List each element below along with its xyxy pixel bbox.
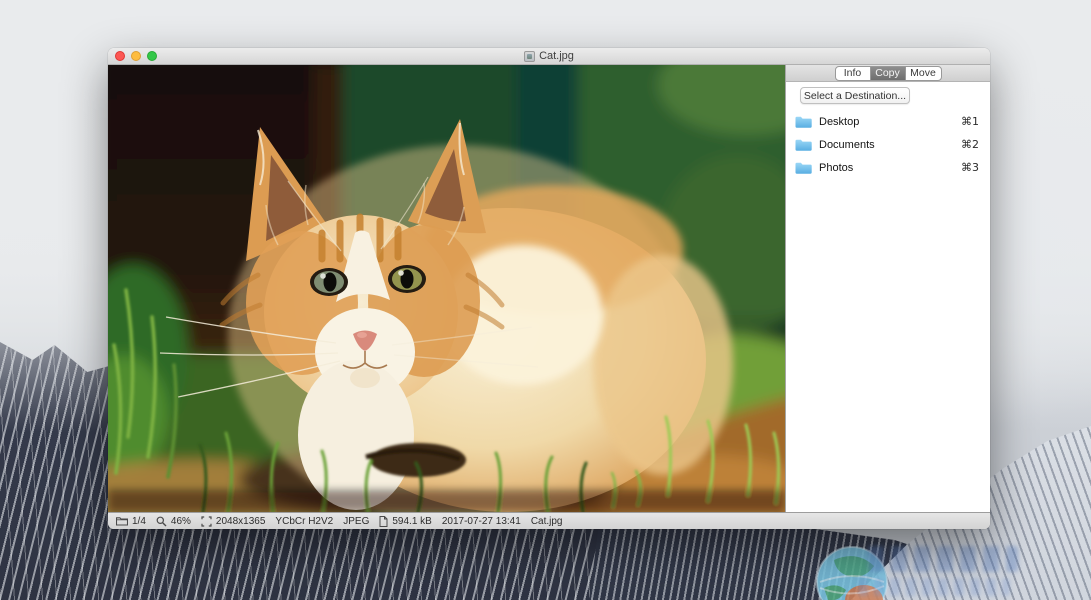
zoom-indicator: 46% xyxy=(156,516,191,527)
window-title: Cat.jpg xyxy=(539,50,574,62)
document-icon xyxy=(379,515,388,527)
filename-value: Cat.jpg xyxy=(530,515,563,527)
folder-shortcut: ⌘2 xyxy=(961,138,979,151)
statusbar: 1/4 46% 2048x1365 YCbCr H2V2 JPEG 594.1 … xyxy=(108,512,990,529)
folder-icon xyxy=(795,116,812,128)
folder-name: Photos xyxy=(819,161,854,174)
photo-canvas xyxy=(108,65,785,512)
folder-icon xyxy=(795,162,812,174)
sidebar-header: Info Copy Move xyxy=(786,65,990,82)
sidebar: Info Copy Move Select a Destination... D… xyxy=(785,65,990,512)
select-destination-button[interactable]: Select a Destination... xyxy=(800,87,910,104)
titlebar: Cat.jpg xyxy=(108,48,990,65)
zoom-button[interactable] xyxy=(147,51,157,61)
document-proxy-icon xyxy=(524,50,536,62)
format-value: JPEG xyxy=(343,515,370,527)
folder-row-desktop[interactable]: Desktop ⌘1 xyxy=(786,110,990,133)
page-index-indicator: 1/4 xyxy=(116,516,146,527)
folder-name: Documents xyxy=(819,138,875,151)
tab-info[interactable]: Info xyxy=(836,66,871,80)
tab-copy[interactable]: Copy xyxy=(870,66,906,80)
page-index-value: 1/4 xyxy=(132,515,146,527)
file-size-indicator: 594.1 kB xyxy=(379,515,432,527)
close-button[interactable] xyxy=(115,51,125,61)
color-profile-value: YCbCr H2V2 xyxy=(275,515,334,527)
folder-icon xyxy=(795,139,812,151)
timestamp-value: 2017-07-27 13:41 xyxy=(441,515,521,527)
timestamp-indicator: 2017-07-27 13:41 xyxy=(442,516,521,527)
color-profile-indicator: YCbCr H2V2 xyxy=(275,516,333,527)
folder-shortcut: ⌘3 xyxy=(961,161,979,174)
minimize-button[interactable] xyxy=(131,51,141,61)
destination-folder-list: Desktop ⌘1 Documents ⌘2 Photos ⌘3 xyxy=(786,110,990,179)
app-window: Cat.jpg Info Copy Move Select a Destinat… xyxy=(108,48,990,529)
traffic-lights xyxy=(115,48,157,64)
cat-photo xyxy=(108,65,785,512)
format-indicator: JPEG xyxy=(343,516,369,527)
dimensions-value: 2048x1365 xyxy=(215,515,266,527)
dimensions-indicator: 2048x1365 xyxy=(201,515,266,527)
tab-move[interactable]: Move xyxy=(906,67,941,80)
browse-folder-icon xyxy=(116,517,128,526)
zoom-value: 46% xyxy=(170,515,191,527)
folder-row-photos[interactable]: Photos ⌘3 xyxy=(786,156,990,179)
folder-row-documents[interactable]: Documents ⌘2 xyxy=(786,133,990,156)
filename-indicator: Cat.jpg xyxy=(531,516,563,527)
selection-corners-icon xyxy=(201,515,212,527)
file-size-value: 594.1 kB xyxy=(392,515,432,527)
mode-tabs: Info Copy Move xyxy=(834,65,942,81)
desktop: Cat.jpg Info Copy Move Select a Destinat… xyxy=(0,0,1091,600)
folder-name: Desktop xyxy=(819,115,860,128)
folder-shortcut: ⌘1 xyxy=(961,115,979,128)
magnifier-icon xyxy=(156,516,167,526)
